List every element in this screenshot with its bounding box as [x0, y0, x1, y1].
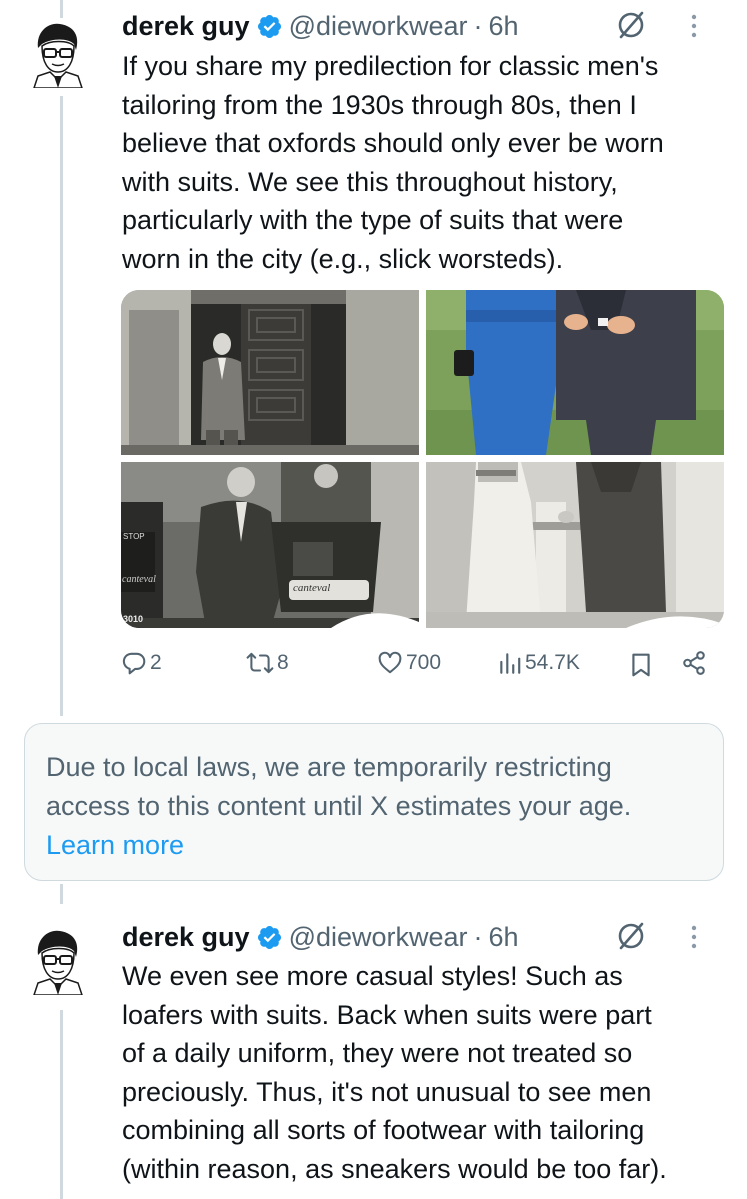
like-count: 700: [406, 651, 442, 674]
learn-more-link[interactable]: Learn more: [46, 826, 723, 865]
tweet-1[interactable]: derek guy @dieworkwear · 6h If you share…: [0, 0, 747, 700]
author-avatar[interactable]: [24, 18, 90, 88]
reply-count: 2: [150, 651, 162, 674]
author-name[interactable]: derek guy: [122, 922, 250, 953]
share-button[interactable]: [681, 650, 707, 676]
reply-icon: [121, 650, 147, 676]
thread-line-between: [60, 884, 63, 904]
sign-text-canteval-right: canteval: [293, 582, 331, 594]
views-chart-icon: [498, 650, 522, 676]
verified-badge-icon[interactable]: [256, 924, 283, 951]
repost-button[interactable]: 8: [246, 650, 289, 676]
grok-icon[interactable]: [615, 9, 647, 41]
sign-text-number: 3010: [123, 614, 144, 624]
repost-icon: [246, 650, 274, 676]
tweet-2[interactable]: derek guy @dieworkwear · 6h We even see …: [0, 905, 747, 1199]
tweet-header: derek guy @dieworkwear · 6h: [122, 9, 727, 43]
sign-text-stop: STOP: [123, 532, 145, 541]
photo-vehicle[interactable]: STOP canteval canteval 3010: [121, 462, 419, 628]
more-vertical-icon[interactable]: [689, 13, 699, 39]
media-grid[interactable]: STOP canteval canteval 3010: [121, 290, 724, 628]
verified-badge-icon[interactable]: [256, 13, 283, 40]
share-icon: [681, 650, 707, 676]
repost-count: 8: [277, 651, 289, 674]
heart-icon: [377, 650, 403, 676]
notice-text: Due to local laws, we are temporarily re…: [46, 752, 632, 821]
tweet-text: We even see more casual styles! Such as …: [122, 961, 667, 1184]
views-button[interactable]: 54.7K: [498, 650, 580, 676]
views-count: 54.7K: [525, 651, 580, 674]
author-handle[interactable]: @dieworkwear: [289, 11, 468, 42]
tweet-actions: 2 8 700 54.7K: [0, 650, 747, 680]
sign-text-canteval-left: canteval: [122, 574, 156, 585]
reply-button[interactable]: 2: [121, 650, 162, 676]
tweet-text: If you share my predilection for classic…: [122, 51, 664, 274]
like-button[interactable]: 700: [377, 650, 441, 676]
photo-couple-color[interactable]: [426, 290, 724, 455]
tweet-timestamp[interactable]: 6h: [489, 11, 519, 42]
author-handle[interactable]: @dieworkwear: [289, 922, 468, 953]
author-name[interactable]: derek guy: [122, 11, 250, 42]
tweet-header: derek guy @dieworkwear · 6h: [122, 920, 727, 954]
separator-dot: ·: [473, 10, 483, 41]
photo-couple-bw[interactable]: [426, 462, 724, 628]
grok-icon[interactable]: [615, 920, 647, 952]
age-restriction-notice: Due to local laws, we are temporarily re…: [24, 723, 724, 881]
tweet-timestamp[interactable]: 6h: [489, 922, 519, 953]
bookmark-icon: [630, 652, 652, 678]
photo-doorway[interactable]: [121, 290, 419, 455]
bookmark-button[interactable]: [630, 652, 652, 678]
more-vertical-icon[interactable]: [689, 924, 699, 950]
author-avatar[interactable]: [24, 925, 90, 995]
separator-dot: ·: [473, 921, 483, 952]
